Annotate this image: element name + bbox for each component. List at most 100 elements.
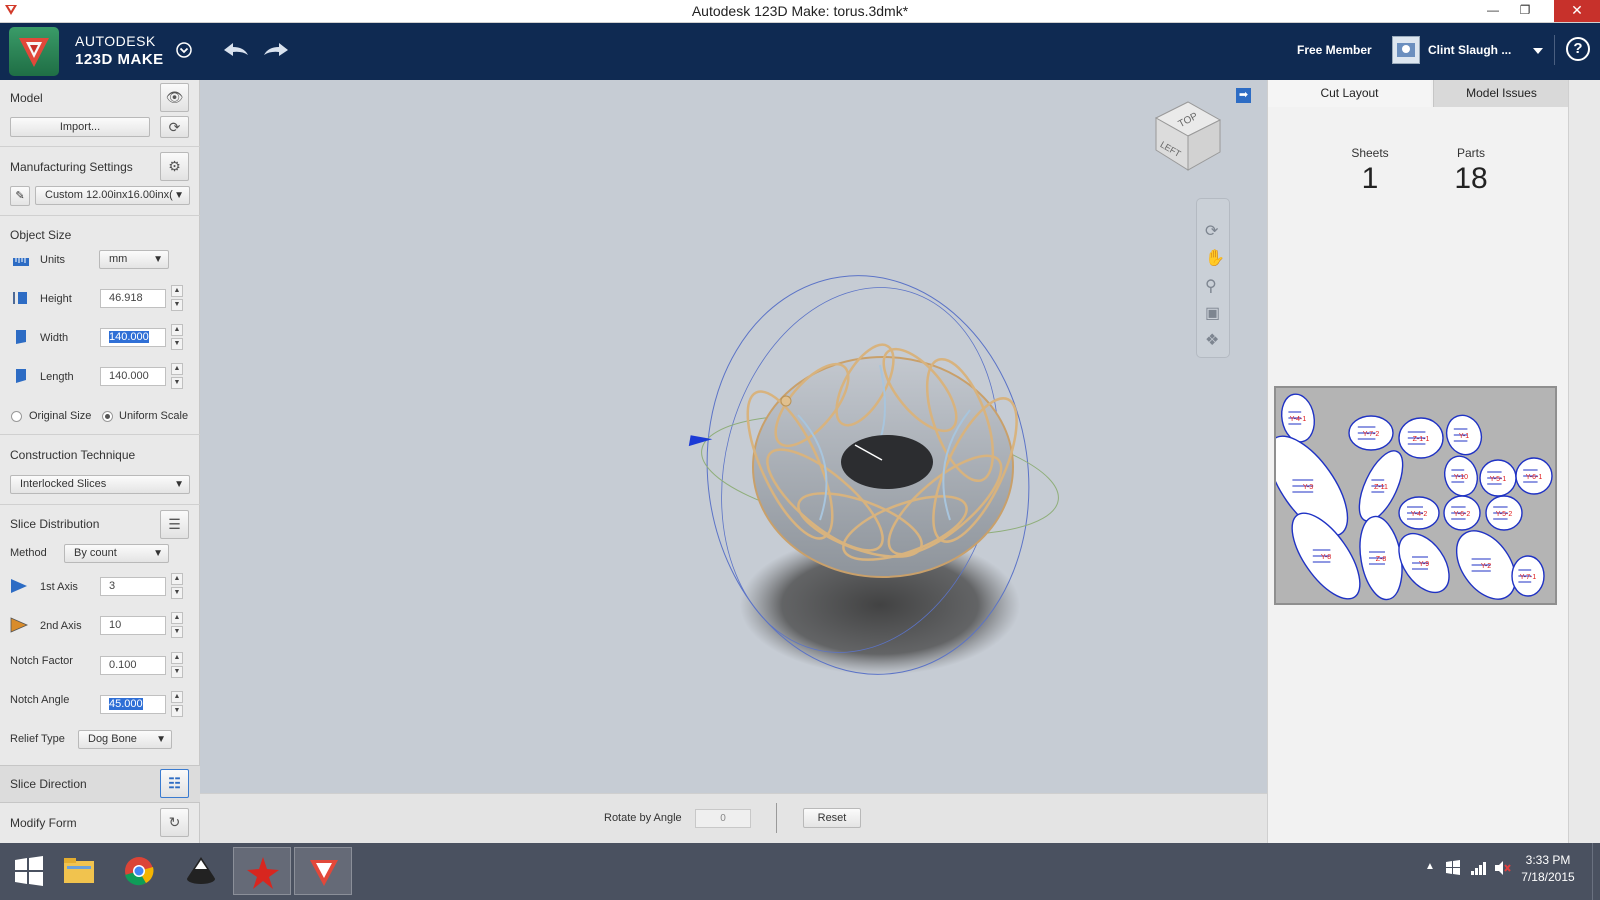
stepper-up-icon[interactable]: ▲: [171, 324, 183, 336]
width-input[interactable]: 140.000: [100, 328, 166, 347]
modify-form-button[interactable]: ↻: [160, 808, 189, 837]
rotate-angle-input[interactable]: 0: [695, 809, 751, 828]
tab-model-issues[interactable]: Model Issues: [1433, 80, 1569, 107]
height-stepper[interactable]: ▲ ▼: [171, 285, 183, 311]
expand-panel-button[interactable]: ➡: [1236, 88, 1251, 103]
stepper-up-icon[interactable]: ▲: [171, 691, 183, 703]
cut-part[interactable]: Y-7-1: [1511, 555, 1545, 597]
cut-part[interactable]: Y-6-2: [1443, 495, 1481, 531]
stepper-down-icon[interactable]: ▼: [171, 377, 183, 389]
app-logo[interactable]: [9, 27, 59, 76]
axis1-label: 1st Axis: [40, 581, 78, 593]
show-desktop-button[interactable]: [1592, 843, 1600, 900]
close-button[interactable]: ✕: [1554, 0, 1600, 22]
axis1-input[interactable]: 3: [100, 577, 166, 596]
width-stepper[interactable]: ▲ ▼: [171, 324, 183, 350]
cut-part[interactable]: Y-6-1: [1515, 457, 1553, 495]
stepper-down-icon[interactable]: ▼: [171, 666, 183, 678]
axis1-stepper[interactable]: ▲ ▼: [171, 573, 183, 599]
stepper-up-icon[interactable]: ▲: [171, 363, 183, 375]
axis2-input[interactable]: 10: [100, 616, 166, 635]
slice-distribution-button[interactable]: ☰: [160, 510, 189, 539]
dropdown-arrow-icon: ▼: [174, 479, 184, 490]
cut-part[interactable]: Y-7-2: [1348, 415, 1394, 451]
redo-icon[interactable]: [262, 40, 290, 60]
taskbar-123d-catch[interactable]: [233, 847, 291, 895]
manufacturing-settings-button[interactable]: ⚙: [160, 152, 189, 181]
network-icon[interactable]: [1470, 860, 1488, 876]
slice-direction-row[interactable]: Slice Direction ☷: [0, 765, 200, 803]
help-button[interactable]: ?: [1566, 37, 1590, 61]
sheet-preview[interactable]: Y-4-1 Y-7-2 Z-1-1 Y-1 Y-3 Y-10 Y-5-1 Y-6-1 Z-11 Y…: [1267, 386, 1557, 605]
stepper-up-icon[interactable]: ▲: [171, 612, 183, 624]
uniform-scale-radio[interactable]: [102, 411, 113, 422]
home-view-icon[interactable]: ❖: [1205, 330, 1219, 350]
restore-button[interactable]: ❐: [1510, 0, 1540, 22]
stepper-down-icon[interactable]: ▼: [171, 299, 183, 311]
relief-type-dropdown[interactable]: Dog Bone ▼: [78, 730, 172, 749]
taskbar-inkscape[interactable]: [172, 847, 230, 895]
cut-part-label: Y-4-2: [1411, 511, 1428, 518]
inkscape-icon: [187, 857, 215, 884]
slice-direction-button[interactable]: ☷: [160, 769, 189, 798]
volume-muted-icon[interactable]: [1494, 860, 1512, 876]
cut-part[interactable]: Y-4-2: [1398, 496, 1440, 530]
show-hidden-icons-icon[interactable]: ▲: [1425, 861, 1435, 872]
undo-icon[interactable]: [222, 40, 250, 60]
stepper-down-icon[interactable]: ▼: [171, 587, 183, 599]
clock-date[interactable]: 7/18/2015: [1518, 870, 1578, 884]
material-preset-dropdown[interactable]: Custom 12.00inx16.00inx(▼: [35, 186, 190, 205]
height-input[interactable]: 46.918: [100, 289, 166, 308]
cut-part[interactable]: Y-1: [1441, 410, 1487, 459]
length-stepper[interactable]: ▲ ▼: [171, 363, 183, 389]
brand-menu-chevron-icon[interactable]: [176, 42, 192, 58]
fit-view-icon[interactable]: ▣: [1205, 303, 1220, 323]
stepper-up-icon[interactable]: ▲: [171, 573, 183, 585]
notch-factor-stepper[interactable]: ▲ ▼: [171, 652, 183, 678]
pan-hand-icon[interactable]: ✋: [1205, 248, 1225, 268]
tab-cut-layout[interactable]: Cut Layout: [1268, 80, 1431, 107]
notch-angle-stepper[interactable]: ▲ ▼: [171, 691, 183, 717]
axis2-stepper[interactable]: ▲ ▼: [171, 612, 183, 638]
orbit-icon[interactable]: ⟳: [1205, 221, 1218, 241]
cut-part[interactable]: Y-10: [1440, 453, 1481, 500]
cut-part[interactable]: Y-2: [1445, 520, 1528, 603]
cut-part[interactable]: Z-1-1: [1398, 417, 1444, 459]
original-size-radio[interactable]: [11, 411, 22, 422]
stepper-down-icon[interactable]: ▼: [171, 338, 183, 350]
3d-viewport[interactable]: TOP LEFT ➡ ⟳ ✋ ⚲ ▣ ❖: [200, 80, 1267, 793]
stepper-down-icon[interactable]: ▼: [171, 705, 183, 717]
stepper-up-icon[interactable]: ▲: [171, 652, 183, 664]
length-input[interactable]: 140.000: [100, 367, 166, 386]
zoom-icon[interactable]: ⚲: [1205, 276, 1217, 296]
height-value: 46.918: [109, 292, 143, 304]
cut-part[interactable]: Y-5-1: [1479, 459, 1517, 497]
taskbar-123d-make[interactable]: [294, 847, 352, 895]
edit-preset-button[interactable]: ✎: [10, 186, 30, 206]
view-cube[interactable]: TOP LEFT: [1148, 90, 1228, 172]
notch-factor-input[interactable]: 0.100: [100, 656, 166, 675]
avatar[interactable]: [1392, 36, 1420, 64]
construction-technique-dropdown[interactable]: Interlocked Slices ▼: [10, 475, 190, 494]
units-dropdown[interactable]: mm ▼: [99, 250, 169, 269]
dropdown-arrow-icon: ▼: [153, 254, 163, 265]
torus-model[interactable]: [200, 80, 1267, 793]
user-menu-chevron-icon[interactable]: [1532, 46, 1544, 56]
reset-button[interactable]: Reset: [803, 808, 861, 828]
stepper-up-icon[interactable]: ▲: [171, 285, 183, 297]
stepper-down-icon[interactable]: ▼: [171, 626, 183, 638]
vertical-scrollbar[interactable]: [1568, 80, 1600, 843]
cut-part[interactable]: Y-5-2: [1485, 495, 1523, 531]
refresh-model-button[interactable]: ⟳: [160, 116, 189, 138]
taskbar-chrome[interactable]: [110, 847, 168, 895]
user-name[interactable]: Clint Slaugh ...: [1428, 43, 1511, 57]
taskbar-explorer[interactable]: [50, 847, 108, 895]
model-visibility-button[interactable]: 👁: [160, 83, 189, 112]
clock-time[interactable]: 3:33 PM: [1518, 853, 1578, 867]
notch-angle-input[interactable]: 45.000: [100, 695, 166, 714]
action-center-icon[interactable]: [1445, 860, 1461, 876]
minimize-button[interactable]: —: [1478, 0, 1508, 22]
method-dropdown[interactable]: By count ▼: [64, 544, 169, 563]
handle-point[interactable]: [780, 395, 792, 407]
import-button[interactable]: Import...: [10, 117, 150, 137]
